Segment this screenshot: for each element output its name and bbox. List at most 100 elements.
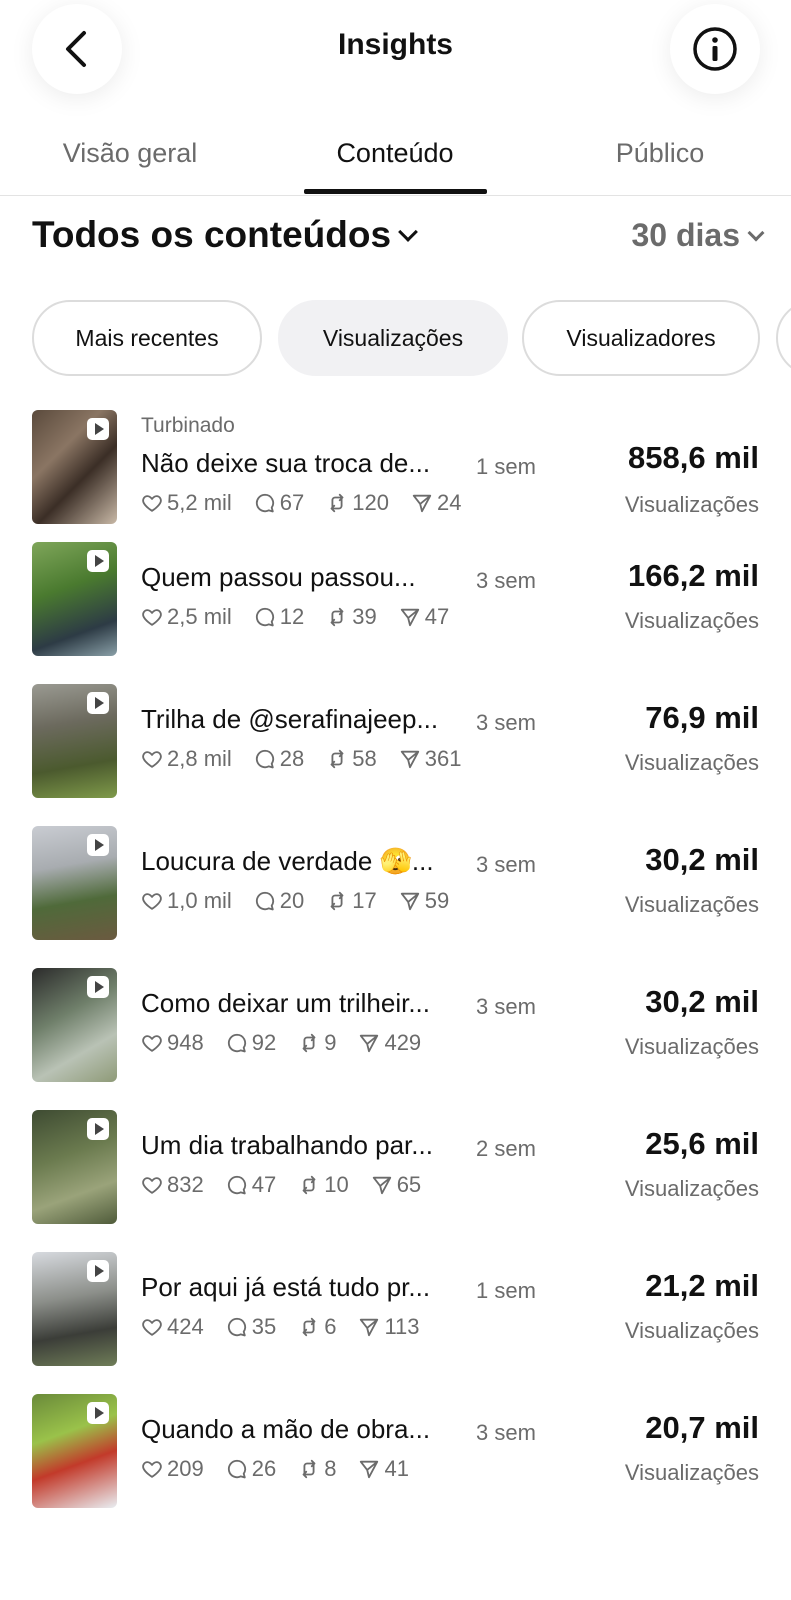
- post-age: 1 sem: [476, 1278, 536, 1303]
- post-thumbnail[interactable]: [32, 410, 117, 524]
- comments-stat: 26: [226, 1456, 276, 1482]
- content-row[interactable]: Quando a mão de obra... 3 sem 209 26 8 41 20,7…: [0, 1394, 791, 1508]
- likes-stat: 1,0 mil: [141, 888, 232, 914]
- comments-count: 12: [279, 604, 305, 629]
- boosted-label: Turbinado: [141, 414, 235, 437]
- heart-icon: [142, 1319, 162, 1336]
- likes-stat: 5,2 mil: [141, 490, 232, 516]
- likes-count: 948: [167, 1030, 204, 1055]
- content-row[interactable]: Trilha de @serafinajeep... 3 sem 2,8 mil 28…: [0, 684, 791, 798]
- comments-count: 35: [251, 1314, 277, 1339]
- post-age: 3 sem: [476, 994, 536, 1019]
- chip-more[interactable]: [776, 300, 791, 376]
- views-label: Visualizações: [624, 1176, 759, 1201]
- heart-icon: [142, 1177, 162, 1194]
- tab-overview[interactable]: Visão geral: [30, 138, 230, 169]
- comment-icon: [255, 607, 274, 627]
- heart-icon: [142, 751, 162, 768]
- views-count: 25,6 mil: [645, 1126, 759, 1161]
- post-age: 3 sem: [476, 1420, 536, 1445]
- reposts-stat: 39: [326, 604, 377, 630]
- play-icon: [87, 692, 109, 714]
- likes-stat: 2,8 mil: [141, 746, 232, 772]
- views-count: 166,2 mil: [628, 558, 759, 593]
- likes-count: 1,0 mil: [167, 888, 232, 913]
- post-caption: Por aqui já está tudo pr...: [141, 1272, 431, 1302]
- post-thumbnail[interactable]: [32, 968, 117, 1082]
- post-thumbnail[interactable]: [32, 1394, 117, 1508]
- content-row[interactable]: Quem passou passou... 3 sem 2,5 mil 12 39 47 1…: [0, 542, 791, 656]
- comments-stat: 28: [254, 746, 304, 772]
- reposts-count: 9: [324, 1030, 337, 1055]
- post-age: 3 sem: [476, 710, 536, 735]
- comment-icon: [255, 749, 274, 769]
- comment-icon: [227, 1317, 246, 1337]
- comment-icon: [227, 1033, 246, 1053]
- views-count: 858,6 mil: [628, 440, 759, 475]
- post-thumbnail[interactable]: [32, 1252, 117, 1366]
- content-row[interactable]: Como deixar um trilheir... 3 sem 948 92 9 429…: [0, 968, 791, 1082]
- post-thumbnail[interactable]: [32, 1110, 117, 1224]
- post-caption: Quando a mão de obra...: [141, 1414, 431, 1444]
- chip-views[interactable]: Visualizações: [278, 300, 508, 376]
- views-count: 21,2 mil: [645, 1268, 759, 1303]
- post-stats: 209 26 8 41: [141, 1456, 431, 1482]
- content-row[interactable]: Um dia trabalhando par... 2 sem 832 47 10 65 2…: [0, 1110, 791, 1224]
- content-filter-row: Todos os conteúdos 30 dias: [32, 210, 765, 260]
- reposts-stat: 58: [326, 746, 377, 772]
- repost-icon: [330, 493, 344, 513]
- comments-count: 20: [279, 888, 305, 913]
- likes-count: 2,5 mil: [167, 604, 232, 629]
- sends-stat: 47: [399, 604, 449, 630]
- tab-audience[interactable]: Público: [560, 138, 760, 169]
- views-label: Visualizações: [624, 492, 759, 517]
- comments-count: 67: [279, 490, 305, 515]
- comments-count: 28: [279, 746, 305, 771]
- views-count: 20,7 mil: [645, 1410, 759, 1445]
- post-caption: Trilha de @serafinajeep...: [141, 704, 439, 734]
- post-stats: 5,2 mil 67 120 24: [141, 490, 483, 516]
- content-row[interactable]: Loucura de verdade 🫣... 3 sem 1,0 mil 20 17 5…: [0, 826, 791, 940]
- post-stats: 2,5 mil 12 39 47: [141, 604, 471, 630]
- comments-stat: 47: [226, 1172, 276, 1198]
- sends-stat: 113: [358, 1314, 420, 1340]
- post-caption: Não deixe sua troca de...: [141, 448, 431, 478]
- post-age: 1 sem: [476, 454, 536, 479]
- post-thumbnail[interactable]: [32, 684, 117, 798]
- post-thumbnail[interactable]: [32, 542, 117, 656]
- chip-most-recent[interactable]: Mais recentes: [32, 300, 262, 376]
- post-caption: Um dia trabalhando par...: [141, 1130, 433, 1160]
- sort-chips: Mais recentes Visualizações Visualizador…: [32, 300, 791, 378]
- tab-content[interactable]: Conteúdo: [303, 138, 487, 169]
- content-row[interactable]: Turbinado Não deixe sua troca de... 1 sem 5…: [0, 410, 791, 524]
- play-icon: [87, 834, 109, 856]
- date-range-label: 30 dias: [631, 217, 740, 253]
- info-button[interactable]: [670, 4, 760, 94]
- play-icon: [87, 1402, 109, 1424]
- views-count: 76,9 mil: [645, 700, 759, 735]
- reposts-stat: 17: [326, 888, 377, 914]
- content-row[interactable]: Por aqui já está tudo pr... 1 sem 424 35 6 11…: [0, 1252, 791, 1366]
- send-icon: [372, 1176, 391, 1195]
- active-tab-indicator: [304, 189, 487, 194]
- sends-stat: 24: [411, 490, 461, 516]
- post-age: 3 sem: [476, 852, 536, 877]
- sends-count: 47: [424, 604, 450, 629]
- repost-icon: [330, 891, 344, 911]
- views-label: Visualizações: [624, 750, 759, 775]
- send-icon: [400, 750, 419, 769]
- repost-icon: [330, 607, 344, 627]
- send-icon: [360, 1318, 379, 1337]
- repost-icon: [330, 749, 344, 769]
- comments-stat: 35: [226, 1314, 276, 1340]
- post-thumbnail[interactable]: [32, 826, 117, 940]
- date-range-dropdown[interactable]: 30 dias: [631, 217, 765, 254]
- views-label: Visualizações: [624, 1460, 759, 1485]
- content-type-dropdown[interactable]: Todos os conteúdos: [32, 214, 418, 256]
- post-stats: 2,8 mil 28 58 361: [141, 746, 483, 772]
- comments-stat: 12: [254, 604, 304, 630]
- post-caption: Loucura de verdade 🫣...: [141, 846, 434, 876]
- comments-stat: 67: [254, 490, 304, 516]
- chip-viewers[interactable]: Visualizadores: [522, 300, 760, 376]
- info-icon: [693, 27, 737, 71]
